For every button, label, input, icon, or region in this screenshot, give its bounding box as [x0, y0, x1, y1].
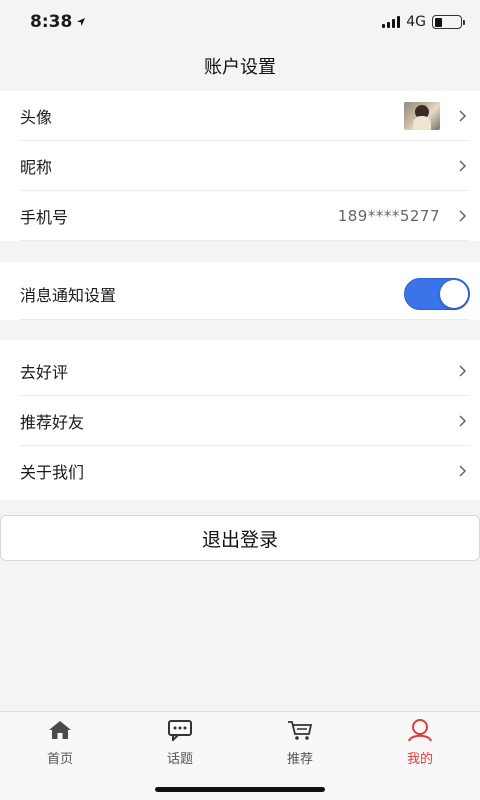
cart-icon: [287, 718, 313, 742]
rate-row[interactable]: 去好评: [20, 346, 470, 396]
page-title: 账户设置: [204, 57, 276, 78]
home-indicator[interactable]: [155, 787, 325, 792]
tab-mine-label: 我的: [406, 752, 433, 767]
tab-topics[interactable]: 话题: [120, 718, 240, 768]
toggle-knob: [440, 279, 468, 308]
avatar-label: 头像: [20, 107, 53, 127]
status-bar: 8:38 4G: [0, 0, 480, 44]
logout-button[interactable]: 退出登录: [0, 515, 480, 561]
home-icon: [47, 718, 73, 742]
chevron-right-icon: [454, 413, 470, 429]
account-group: 头像 昵称 手机号 189****5277: [0, 91, 480, 241]
nickname-row[interactable]: 昵称: [20, 141, 470, 191]
chat-icon: [167, 718, 193, 742]
more-group: 去好评 推荐好友 关于我们: [0, 340, 480, 500]
battery-icon: [432, 15, 465, 29]
avatar-row[interactable]: 头像: [20, 91, 470, 141]
nickname-label: 昵称: [20, 157, 53, 177]
avatar[interactable]: [404, 101, 440, 130]
notification-group: 消息通知设置: [0, 262, 480, 320]
chevron-right-icon: [454, 363, 470, 379]
chevron-right-icon: [454, 463, 470, 479]
notification-row: 消息通知设置: [20, 268, 470, 320]
chevron-right-icon: [454, 208, 470, 224]
recommend-label: 推荐好友: [20, 412, 85, 432]
phone-row[interactable]: 手机号 189****5277: [20, 191, 470, 241]
tab-topics-label: 话题: [166, 752, 193, 767]
location-arrow-icon: [76, 12, 86, 32]
status-time: 8:38: [30, 12, 86, 32]
user-icon: [407, 718, 433, 742]
about-row[interactable]: 关于我们: [20, 446, 470, 496]
notification-toggle[interactable]: [404, 277, 470, 310]
tab-home-label: 首页: [46, 752, 73, 767]
about-label: 关于我们: [20, 463, 85, 482]
chevron-right-icon: [454, 108, 470, 124]
tab-home[interactable]: 首页: [0, 718, 120, 768]
nav-bar: 账户设置: [0, 44, 480, 88]
recommend-row[interactable]: 推荐好友: [20, 396, 470, 446]
tab-bar: 首页 话题 推荐 我的: [0, 711, 480, 800]
status-time-text: 8:38: [30, 12, 73, 32]
tab-mine[interactable]: 我的: [360, 718, 480, 768]
status-indicators: 4G: [382, 14, 465, 30]
phone-value: 189****5277: [337, 206, 440, 225]
network-label: 4G: [406, 14, 426, 30]
phone-label: 手机号: [20, 207, 69, 227]
notification-label: 消息通知设置: [20, 285, 117, 305]
chevron-right-icon: [454, 158, 470, 174]
rate-label: 去好评: [20, 362, 69, 382]
tab-recommend-label: 推荐: [286, 752, 313, 767]
signal-icon: [382, 16, 401, 28]
tab-recommend[interactable]: 推荐: [240, 718, 360, 768]
